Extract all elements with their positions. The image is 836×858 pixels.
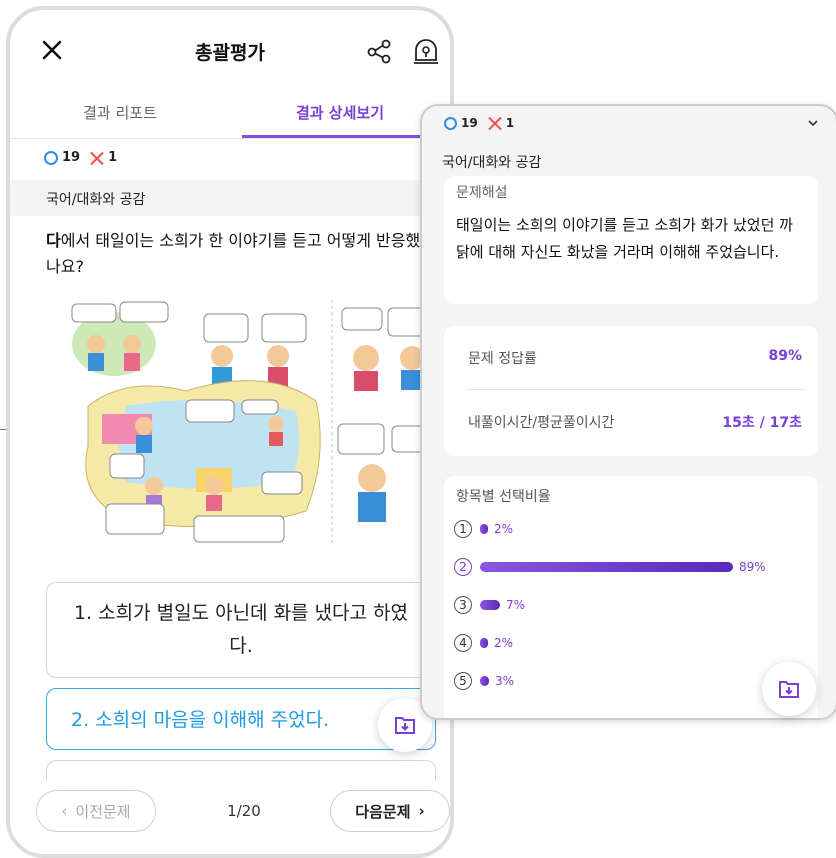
- stat-row-time: 내풀이시간/평균풀이시간 15초 / 17초: [468, 412, 802, 432]
- explanation-text: 태일이는 소희의 이야기를 듣고 소희가 화가 났었던 까닭에 대해 자신도 화…: [456, 216, 793, 261]
- stat-row-accuracy: 문제 정답률 89%: [468, 348, 802, 368]
- option-number-5: 5: [454, 672, 472, 690]
- detail-wrong-count: 1: [505, 116, 515, 130]
- wrong-x-icon: [90, 151, 104, 165]
- stat-accuracy-label: 문제 정답률: [468, 351, 537, 367]
- distribution-title: 항목별 선택비율: [456, 489, 551, 505]
- tab-bar: 결과 리포트 결과 상세보기: [10, 88, 450, 139]
- correct-count: 19: [62, 150, 81, 165]
- distribution-row-3: 3 7%: [454, 594, 525, 616]
- wrong-x-icon: [488, 116, 502, 130]
- download-folder-icon: [779, 681, 799, 698]
- option-number-2: 2: [454, 558, 472, 576]
- option-number-3: 3: [454, 596, 472, 614]
- distribution-pct-4: 2%: [494, 636, 514, 650]
- stat-time-label: 내풀이시간/평균풀이시간: [468, 415, 615, 431]
- bottom-navigation: ‹ 이전문제 1/20 다음문제 ›: [10, 780, 450, 854]
- distribution-row-2: 2 89%: [454, 556, 766, 578]
- option-number-4: 4: [454, 634, 472, 652]
- stats-box: 문제 정답률 89% 내풀이시간/평균풀이시간 15초 / 17초: [444, 326, 818, 456]
- option-number-1: 1: [454, 520, 472, 538]
- correct-circle-icon: [44, 150, 58, 165]
- category-bar: 국어/대화와 공감: [10, 180, 450, 216]
- distribution-pct-5: 3%: [495, 674, 515, 688]
- top-bar: 총괄평가: [10, 10, 450, 88]
- lightbulb-icon[interactable]: [412, 36, 440, 66]
- distribution-bar-4: [480, 638, 488, 648]
- chevron-left-icon: ‹: [61, 802, 68, 820]
- next-label: 다음문제: [355, 802, 411, 821]
- wrong-count: 1: [108, 150, 118, 165]
- distribution-bar-3: [480, 600, 500, 610]
- tab-result-detail[interactable]: 결과 상세보기: [230, 102, 450, 123]
- score-summary: 19 1: [44, 150, 117, 165]
- correct-circle-icon: [444, 116, 457, 130]
- detail-panel: 19 1 국어/대화와 공감 문제해설 태일이는 소희의 이야기를 듣고 소희가…: [420, 104, 836, 720]
- share-icon[interactable]: [366, 38, 392, 64]
- explanation-title: 문제해설: [456, 185, 508, 201]
- comic-illustration: [66, 296, 438, 550]
- question-highlight: 다: [46, 231, 61, 250]
- distribution-row-5: 5 3%: [454, 670, 514, 692]
- chevron-right-icon: ›: [418, 802, 425, 820]
- download-folder-icon: [395, 717, 415, 734]
- category-label: 국어/대화와 공감: [46, 192, 146, 208]
- answer-option-1[interactable]: 1. 소희가 별일도 아닌데 화를 냈다고 하였다.: [46, 582, 436, 678]
- stat-accuracy-value: 89%: [768, 348, 802, 364]
- question-text: 다에서 태일이는 소희가 한 이야기를 듣고 어떻게 반응했나요?: [46, 228, 426, 280]
- detail-score-summary: 19 1: [444, 116, 514, 130]
- distribution-row-4: 4 2%: [454, 632, 513, 654]
- tab-result-report[interactable]: 결과 리포트: [10, 102, 230, 123]
- explanation-box: 문제해설 태일이는 소희의 이야기를 듣고 소희가 화가 났었던 까닭에 대해 …: [444, 176, 818, 304]
- chevron-down-icon[interactable]: [808, 118, 818, 128]
- distribution-bar-1: [480, 524, 488, 534]
- question-body: 에서 태일이는 소희가 한 이야기를 듣고 어떻게 반응했나요?: [46, 231, 421, 276]
- detail-correct-count: 19: [461, 116, 478, 130]
- detail-category-label: 국어/대화와 공감: [442, 155, 542, 171]
- page-indicator: 1/20: [227, 802, 261, 820]
- prev-question-button[interactable]: ‹ 이전문제: [36, 790, 156, 832]
- stat-time-value: 15초 / 17초: [722, 415, 802, 431]
- prev-label: 이전문제: [75, 802, 131, 821]
- distribution-bar-2: [480, 562, 733, 572]
- download-folder-button-right[interactable]: [762, 662, 816, 716]
- distribution-row-1: 1 2%: [454, 518, 513, 540]
- distribution-bar-5: [480, 676, 489, 686]
- stats-divider: [466, 389, 806, 390]
- distribution-pct-2: 89%: [739, 560, 766, 574]
- next-question-button[interactable]: 다음문제 ›: [330, 790, 450, 832]
- distribution-pct-1: 2%: [494, 522, 514, 536]
- distribution-pct-3: 7%: [506, 598, 526, 612]
